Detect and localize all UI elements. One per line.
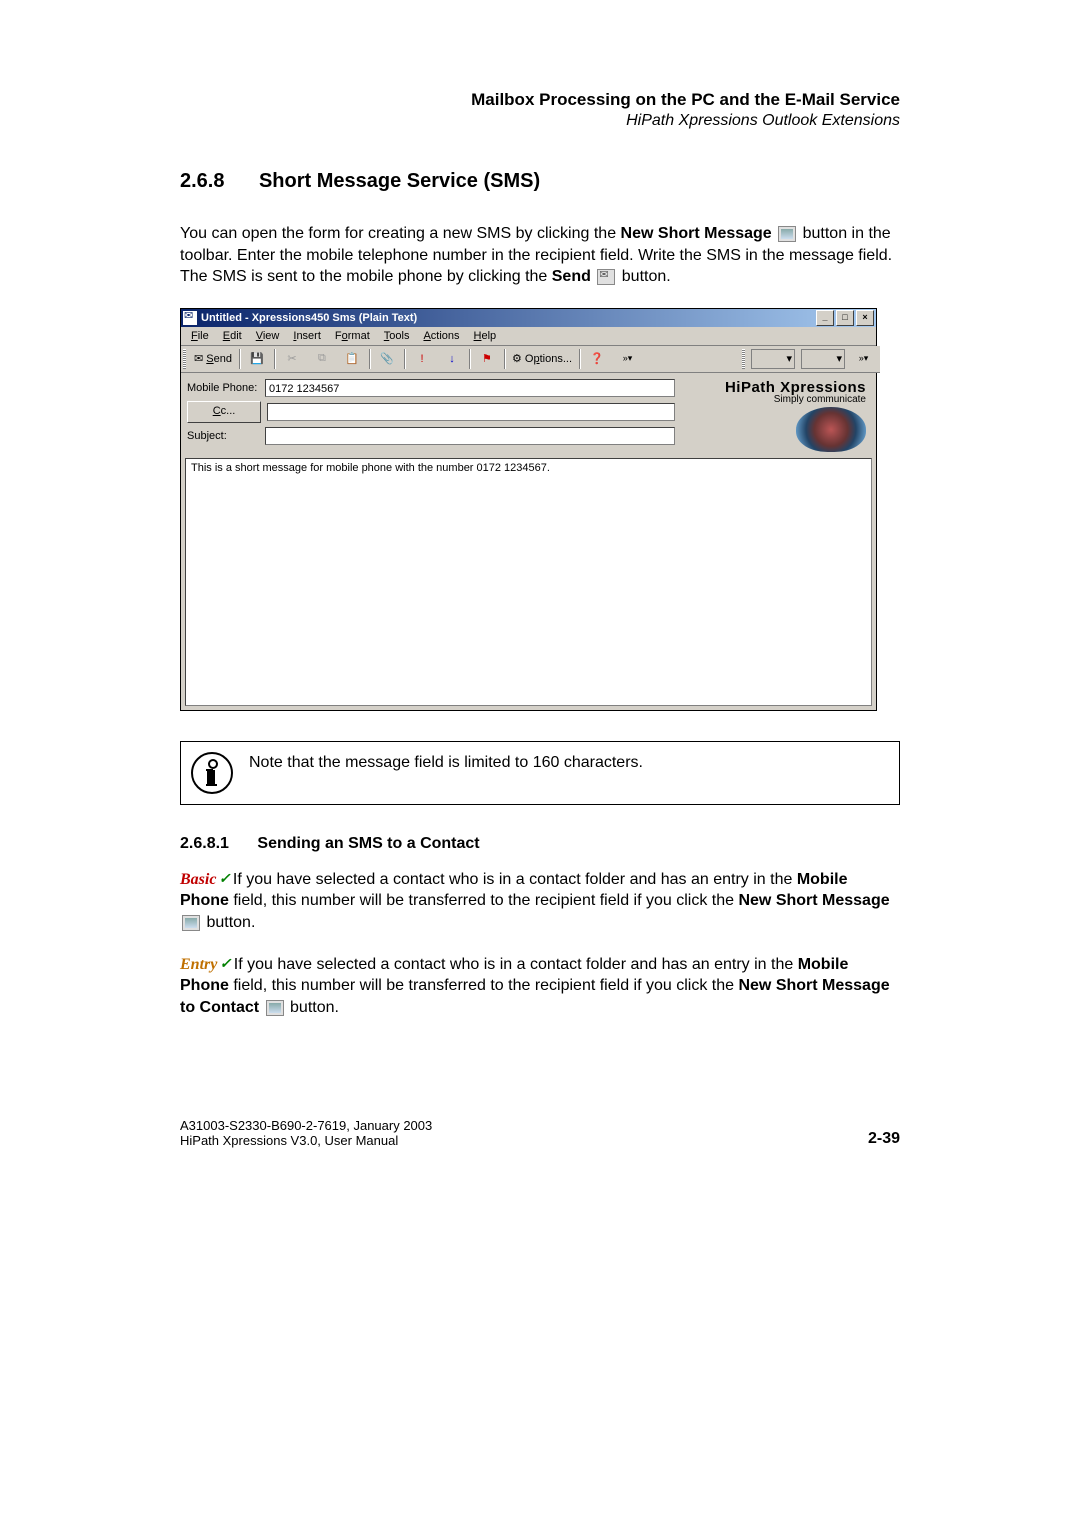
brand-subtitle: Simply communicate: [681, 394, 866, 405]
subject-input[interactable]: [265, 427, 675, 445]
window-title: Untitled - Xpressions450 Sms (Plain Text…: [201, 312, 816, 324]
cc-button[interactable]: Cc...: [187, 401, 261, 423]
brand-logo-area: HiPath Xpressions Simply communicate: [681, 379, 870, 452]
sms-compose-window: Untitled - Xpressions450 Sms (Plain Text…: [180, 308, 877, 711]
subject-label: Subject:: [187, 430, 259, 442]
send-button[interactable]: ✉ Send: [190, 348, 236, 370]
text: field, this number will be transferred t…: [229, 977, 739, 994]
toolbar-grip: [183, 349, 186, 369]
subsection-number: 2.6.8.1: [180, 835, 229, 852]
bold: New Short Message: [738, 892, 889, 909]
options-button[interactable]: ⚙ Options...: [508, 348, 576, 370]
menu-tools[interactable]: Tools: [378, 329, 416, 343]
basic-paragraph: Basic If you have selected a contact who…: [180, 869, 900, 934]
form-header: Mobile Phone: 0172 1234567 Cc... Subject…: [181, 373, 876, 458]
menu-edit[interactable]: Edit: [217, 329, 248, 343]
header-title: Mailbox Processing on the PC and the E-M…: [180, 90, 900, 110]
new-sms-icon: [778, 226, 796, 242]
globe-icon: [796, 407, 866, 452]
close-button[interactable]: ×: [856, 310, 874, 326]
toolbar-overflow-button[interactable]: »▾: [613, 348, 641, 370]
attach-button[interactable]: 📎: [373, 348, 401, 370]
page-number: 2-39: [868, 1130, 900, 1148]
page-footer: A31003-S2330-B690-2-7619, January 2003 H…: [180, 1118, 900, 1148]
maximize-button[interactable]: □: [836, 310, 854, 326]
message-body-input[interactable]: This is a short message for mobile phone…: [185, 458, 872, 706]
new-sms-to-contact-icon: [266, 1000, 284, 1016]
importance-high-button[interactable]: !: [408, 348, 436, 370]
subsection-title: Sending an SMS to a Contact: [257, 835, 479, 852]
section-title: Short Message Service (SMS): [259, 170, 540, 192]
copy-button[interactable]: ⧉: [308, 348, 336, 370]
text: field, this number will be transferred t…: [229, 892, 739, 909]
importance-low-button[interactable]: ↓: [438, 348, 466, 370]
menu-view[interactable]: View: [250, 329, 286, 343]
text: button.: [290, 999, 339, 1016]
menu-actions[interactable]: Actions: [417, 329, 465, 343]
entry-badge: Entry: [180, 956, 229, 973]
footer-doc-id: A31003-S2330-B690-2-7619, January 2003: [180, 1118, 432, 1133]
toolbar-grip-2: [742, 349, 745, 369]
text: button.: [206, 914, 255, 931]
bold-new-short-message: New Short Message: [621, 225, 772, 242]
mobile-phone-input[interactable]: 0172 1234567: [265, 379, 675, 397]
basic-badge: Basic: [180, 871, 228, 888]
font-dropdown[interactable]: ▾: [751, 349, 795, 369]
menu-help[interactable]: Help: [468, 329, 503, 343]
info-icon: [191, 752, 233, 794]
menu-file[interactable]: File: [185, 329, 215, 343]
format-overflow-button[interactable]: »▾: [849, 348, 877, 370]
window-icon: [183, 311, 197, 325]
bold-send: Send: [552, 268, 591, 285]
cut-button[interactable]: ✂: [278, 348, 306, 370]
minimize-button[interactable]: _: [816, 310, 834, 326]
entry-paragraph: Entry If you have selected a contact who…: [180, 954, 900, 1019]
text: If you have selected a contact who is in…: [233, 871, 797, 888]
toolbar-main: ✉ Send 💾 ✂ ⧉ 📋 📎 ! ↓ ⚑ ⚙ Options... ❓ »▾: [181, 346, 880, 373]
size-dropdown[interactable]: ▾: [801, 349, 845, 369]
cc-input[interactable]: [267, 403, 675, 421]
section-number: 2.6.8: [180, 170, 224, 193]
titlebar: Untitled - Xpressions450 Sms (Plain Text…: [181, 309, 876, 327]
footer-doc-title: HiPath Xpressions V3.0, User Manual: [180, 1133, 432, 1148]
save-button[interactable]: 💾: [243, 348, 271, 370]
send-icon: [597, 269, 615, 285]
text: button.: [622, 268, 671, 285]
mobile-phone-label: Mobile Phone:: [187, 382, 259, 394]
note-text: Note that the message field is limited t…: [249, 752, 643, 772]
menu-insert[interactable]: Insert: [287, 329, 327, 343]
paste-button[interactable]: 📋: [338, 348, 366, 370]
text: You can open the form for creating a new…: [180, 225, 621, 242]
help-button[interactable]: ❓: [583, 348, 611, 370]
menu-format[interactable]: Format: [329, 329, 376, 343]
new-sms-icon: [182, 915, 200, 931]
text: If you have selected a contact who is in…: [234, 956, 798, 973]
menu-bar: File Edit View Insert Format Tools Actio…: [181, 327, 876, 346]
intro-paragraph: You can open the form for creating a new…: [180, 223, 900, 288]
flag-button[interactable]: ⚑: [473, 348, 501, 370]
header-subtitle: HiPath Xpressions Outlook Extensions: [180, 112, 900, 130]
note-box: Note that the message field is limited t…: [180, 741, 900, 805]
